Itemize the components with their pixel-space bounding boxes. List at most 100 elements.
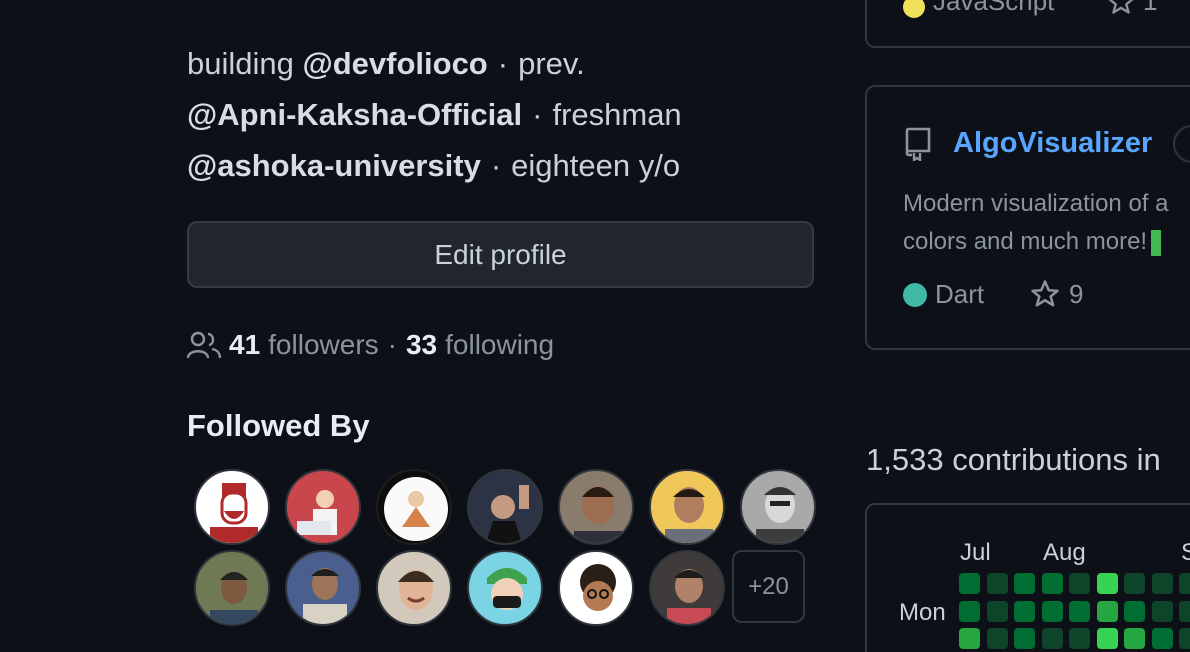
followers-link[interactable]: 41 followers — [229, 329, 379, 361]
avatar-illustration — [667, 569, 711, 624]
contribution-day[interactable] — [1124, 573, 1145, 594]
bio-separator: · — [490, 148, 502, 183]
avatar[interactable] — [376, 550, 452, 626]
avatar-illustration — [574, 486, 622, 543]
org-mention-devfolioco[interactable]: @devfolioco — [303, 46, 488, 81]
avatar[interactable] — [649, 469, 725, 545]
pinned-repo-card[interactable]: JavaScript 1 — [865, 0, 1190, 48]
avatar-illustration — [384, 477, 448, 541]
contribution-day[interactable] — [1096, 600, 1118, 622]
star-icon — [1031, 280, 1059, 307]
avatar-illustration — [297, 490, 337, 535]
contribution-day[interactable] — [959, 573, 980, 594]
contribution-day[interactable] — [1069, 600, 1090, 622]
bio-line-2: @Apni-Kaksha-Official · freshman — [187, 89, 827, 140]
follow-separator: · — [387, 329, 397, 360]
repo-language: JavaScript — [933, 0, 1055, 16]
followed-by-more-link[interactable]: +20 — [732, 550, 805, 623]
followers-label: followers — [268, 329, 379, 360]
contribution-day[interactable] — [1096, 628, 1118, 649]
follow-stats: 41 followers · 33 following — [187, 325, 554, 365]
avatar[interactable] — [285, 550, 361, 626]
bio-line-3: @ashoka-university · eighteen y/o — [187, 140, 827, 191]
repo-stars[interactable]: 9 — [1069, 279, 1083, 310]
contribution-day[interactable] — [1179, 600, 1190, 622]
repo-visibility-badge — [1173, 125, 1190, 163]
contribution-day[interactable] — [1014, 573, 1035, 594]
contribution-day[interactable] — [959, 628, 980, 649]
emoji-icon — [1151, 229, 1162, 256]
repo-stars[interactable]: 1 — [1143, 0, 1157, 17]
contribution-day[interactable] — [1041, 628, 1063, 649]
contribution-day[interactable] — [1124, 628, 1145, 649]
contribution-day[interactable] — [1096, 573, 1118, 594]
following-link[interactable]: 33 following — [406, 329, 554, 361]
contribution-day[interactable] — [1014, 600, 1035, 622]
bio-separator: · — [497, 46, 509, 81]
language-color-dot — [903, 0, 925, 18]
org-mention-apni-kaksha[interactable]: @Apni-Kaksha-Official — [187, 97, 522, 132]
day-label: Mon — [899, 599, 946, 626]
repo-language: Dart — [935, 279, 985, 309]
contribution-day[interactable] — [1014, 628, 1035, 649]
org-mention-ashoka-university[interactable]: @ashoka-university — [187, 148, 481, 183]
contribution-day[interactable] — [959, 600, 980, 622]
contribution-day[interactable] — [1069, 628, 1090, 649]
avatar-illustration — [665, 487, 713, 543]
avatar[interactable] — [467, 469, 543, 545]
edit-profile-button[interactable]: Edit profile — [187, 221, 814, 288]
contribution-day[interactable] — [986, 628, 1008, 649]
contribution-day[interactable] — [1041, 573, 1063, 594]
avatar-illustration — [210, 483, 258, 543]
avatar[interactable] — [649, 550, 725, 626]
contribution-day[interactable] — [1069, 573, 1090, 594]
bio-separator: · — [532, 97, 543, 132]
avatar[interactable] — [467, 550, 543, 626]
avatar-illustration — [486, 485, 529, 543]
avatar-illustration — [303, 568, 347, 624]
month-label: S — [1181, 539, 1190, 567]
contribution-day[interactable] — [1179, 573, 1190, 594]
avatar-illustration — [487, 568, 527, 610]
pinned-repo-card: AlgoVisualizer Modern visualization of a… — [865, 85, 1190, 350]
contribution-day[interactable] — [1151, 573, 1173, 594]
bio-text: building — [187, 46, 294, 81]
contribution-graph: Jul Aug S Mon — [865, 503, 1190, 652]
avatar[interactable] — [194, 550, 270, 626]
contribution-day[interactable] — [1151, 628, 1173, 649]
avatar-illustration — [210, 572, 258, 624]
contribution-day[interactable] — [986, 573, 1008, 594]
month-label: Jul — [960, 539, 991, 566]
followers-count: 41 — [229, 329, 261, 360]
following-label: following — [445, 329, 555, 360]
repo-icon — [905, 127, 931, 161]
followed-by-heading: Followed By — [187, 408, 370, 443]
bio-text: eighteen y/o — [511, 148, 681, 183]
avatar[interactable] — [376, 469, 452, 545]
bio-text: freshman — [552, 97, 682, 132]
avatar[interactable] — [740, 469, 816, 545]
avatar-illustration — [398, 570, 434, 610]
avatar[interactable] — [558, 469, 634, 545]
star-icon — [1108, 0, 1134, 14]
contribution-day[interactable] — [1179, 628, 1190, 649]
contribution-day[interactable] — [1124, 600, 1145, 622]
following-count: 33 — [405, 329, 438, 360]
avatar-illustration — [756, 487, 804, 543]
avatar[interactable] — [285, 469, 361, 545]
avatar[interactable] — [194, 469, 270, 545]
contributions-heading: 1,533 contributions in — [866, 442, 1161, 477]
avatar[interactable] — [558, 550, 634, 626]
contribution-day[interactable] — [1041, 600, 1063, 622]
repo-name-link[interactable]: AlgoVisualizer — [953, 127, 1152, 160]
contribution-day[interactable] — [1151, 600, 1173, 622]
bio-text: prev. — [518, 46, 585, 81]
profile-bio: building @devfolioco · prev. @Apni-Kaksha-… — [187, 38, 827, 191]
contribution-day[interactable] — [986, 600, 1008, 622]
repo-description-text: colors and much more! — [903, 228, 1148, 255]
avatar-illustration — [580, 564, 616, 611]
repo-description-line: Modern visualization of a — [903, 190, 1169, 217]
language-color-dot — [903, 283, 927, 307]
month-label: Aug — [1043, 539, 1086, 566]
people-icon — [187, 331, 221, 359]
